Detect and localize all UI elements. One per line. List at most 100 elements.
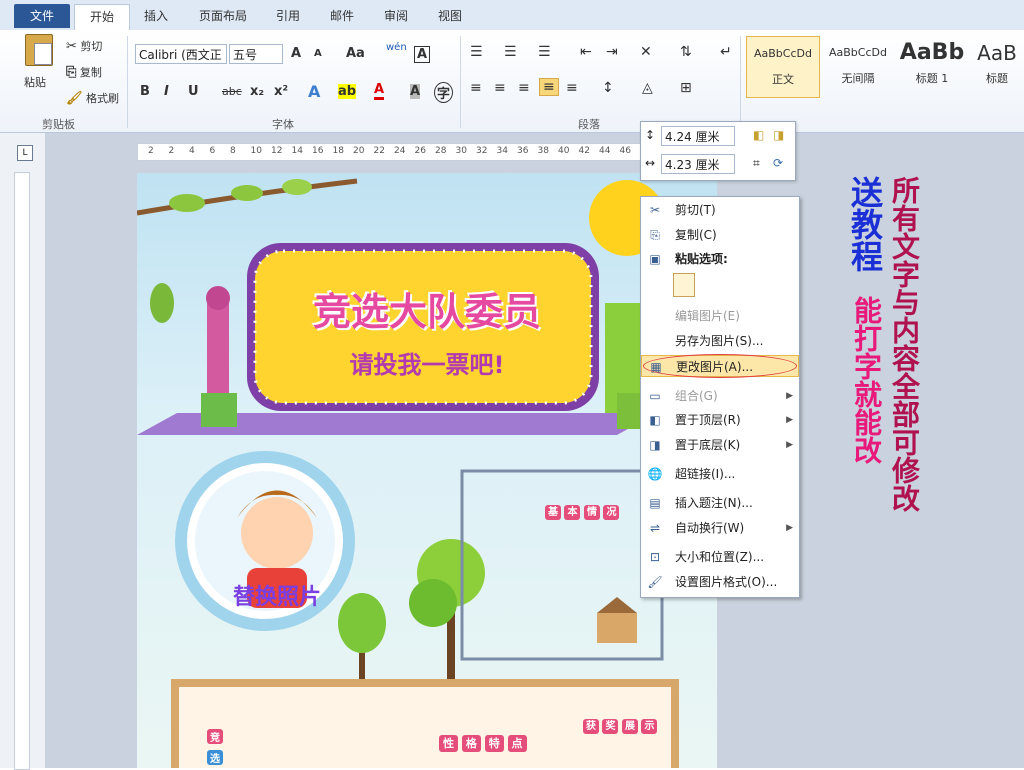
superscript-button[interactable]: x² bbox=[274, 84, 288, 99]
menu-item-change-picture[interactable]: ▦ 更改图片(A)... bbox=[641, 355, 799, 377]
menu-item-insert-caption[interactable]: ▤ 插入题注(N)... bbox=[641, 492, 799, 514]
menu-item-hyperlink[interactable]: 🌐 超链接(I)... bbox=[641, 463, 799, 485]
menu-item-save-as-picture[interactable]: 另存为图片(S)... bbox=[641, 330, 799, 352]
style-normal[interactable]: AaBbCcDd 正文 bbox=[746, 36, 820, 98]
borders-button[interactable]: ⊞ bbox=[680, 80, 692, 96]
menu-item-cut[interactable]: ✂ 剪切(T) bbox=[641, 199, 799, 221]
menu-item-format-picture[interactable]: 🖌 设置图片格式(O)... bbox=[641, 571, 799, 593]
change-picture-icon: ▦ bbox=[650, 360, 662, 374]
tab-review[interactable]: 审阅 bbox=[376, 4, 416, 28]
wrap-icon: ⇌ bbox=[649, 521, 661, 535]
format-painter-button[interactable]: 🖌 格式刷 bbox=[66, 90, 119, 106]
tab-page-layout[interactable]: 页面布局 bbox=[188, 4, 258, 28]
menu-item-bring-to-front[interactable]: ◧ 置于顶层(R) ▶ bbox=[641, 409, 799, 431]
bullets-icon: ☰ bbox=[470, 44, 483, 60]
ruler-toggle-icon[interactable]: L bbox=[17, 145, 33, 161]
strikethrough-button[interactable]: abc bbox=[222, 85, 242, 98]
bold-button[interactable]: B bbox=[140, 84, 150, 99]
tab-file[interactable]: 文件 bbox=[14, 4, 70, 28]
copy-icon: ⎘ bbox=[650, 228, 660, 242]
crop-icon[interactable]: ⌗ bbox=[753, 156, 760, 171]
ruler-tick-label: 42 bbox=[578, 146, 590, 156]
tab-insert[interactable]: 插入 bbox=[136, 4, 176, 28]
send-backward-icon[interactable]: ◨ bbox=[773, 128, 784, 142]
style-label: 标题 bbox=[986, 72, 1008, 85]
format-painter-label: 格式刷 bbox=[86, 92, 120, 105]
align-center-icon: ≡ bbox=[494, 80, 506, 96]
char-shading-button[interactable]: A bbox=[410, 84, 421, 99]
copy-button[interactable]: ⎘ 复制 bbox=[66, 64, 102, 80]
ribbon-tab-bar: 文件 开始 插入 页面布局 引用 邮件 审阅 视图 bbox=[0, 0, 1024, 31]
tag-awards: 获 奖 展 示 bbox=[583, 717, 658, 734]
ruler-tick-label: 18 bbox=[332, 146, 344, 156]
ribbon: 粘贴 ✂ 剪切 ⎘ 复制 🖌 格式刷 剪贴板 Calibri (西文正 五号 A… bbox=[0, 30, 1024, 133]
promo-editable: 所有文字与内容全部可修改 bbox=[888, 176, 921, 512]
align-center-button[interactable]: ≡ bbox=[494, 80, 506, 96]
paste-keep-icon[interactable] bbox=[673, 273, 695, 297]
style-label: 标题 1 bbox=[915, 72, 949, 85]
menu-item-size-position[interactable]: ⊡ 大小和位置(Z)... bbox=[641, 546, 799, 568]
paragraph-group-label: 段落 bbox=[578, 118, 600, 131]
shrink-font-button[interactable]: A bbox=[314, 48, 322, 59]
subscript-button[interactable]: x₂ bbox=[250, 84, 264, 99]
replace-photo-label[interactable]: 替换照片 bbox=[233, 579, 321, 611]
picture-size-toolbar: 4.24 厘米 4.23 厘米 ↕ ↔ ◧ ◨ ⌗ ⟳ bbox=[640, 121, 796, 181]
pinyin-button[interactable]: wén bbox=[386, 42, 407, 53]
style-heading-1[interactable]: AaBb 标题 1 bbox=[896, 36, 968, 96]
font-family-select[interactable]: Calibri (西文正 bbox=[135, 44, 227, 64]
italic-button[interactable]: I bbox=[164, 84, 169, 99]
ruler-tick-label: 28 bbox=[435, 146, 447, 156]
menu-item-group: ▭ 组合(G) ▶ bbox=[641, 385, 799, 407]
multilevel-list-button[interactable]: ☰ bbox=[538, 44, 551, 60]
style-no-spacing[interactable]: AaBbCcDd 无间隔 bbox=[822, 36, 894, 96]
align-right-button[interactable]: ≡ bbox=[518, 80, 530, 96]
underline-button[interactable]: U bbox=[188, 84, 199, 99]
copy-label: 复制 bbox=[79, 66, 102, 79]
justify-icon: ≡ bbox=[543, 79, 555, 95]
decrease-indent-button[interactable]: ⇤ bbox=[580, 44, 592, 60]
align-left-button[interactable]: ≡ bbox=[470, 80, 482, 96]
font-color-button[interactable]: A bbox=[374, 82, 385, 100]
shading-button[interactable]: ◬ bbox=[642, 80, 653, 96]
hyperlink-icon: 🌐 bbox=[647, 467, 663, 481]
style-sample: AaBbCcDd bbox=[829, 46, 887, 59]
distribute-button[interactable]: ≡ bbox=[566, 80, 578, 96]
menu-item-send-to-back[interactable]: ◨ 置于底层(K) ▶ bbox=[641, 434, 799, 456]
tab-home[interactable]: 开始 bbox=[74, 4, 130, 31]
line-spacing-icon: ↕ bbox=[602, 80, 614, 96]
bring-forward-icon[interactable]: ◧ bbox=[753, 128, 764, 142]
paste-icon: ▣ bbox=[649, 252, 661, 266]
ruler-tick-label: 40 bbox=[558, 146, 570, 156]
char-border-button[interactable]: A bbox=[414, 46, 431, 63]
line-spacing-button[interactable]: ↕ bbox=[602, 80, 614, 96]
chinese-layout-button[interactable]: ✕ bbox=[640, 44, 652, 60]
tab-view[interactable]: 视图 bbox=[430, 4, 470, 28]
justify-button[interactable]: ≡ bbox=[539, 78, 559, 96]
paste-button[interactable] bbox=[22, 34, 56, 76]
text-effects-button[interactable]: A bbox=[308, 82, 320, 101]
cut-button[interactable]: ✂ 剪切 bbox=[66, 38, 102, 54]
highlight-button[interactable]: ab bbox=[338, 84, 357, 99]
ruler-tick-label: 2 bbox=[168, 146, 175, 156]
bullets-button[interactable]: ☰ bbox=[470, 44, 483, 60]
tag-basic-info: 基 本 情 况 bbox=[545, 503, 620, 520]
rotate-icon[interactable]: ⟳ bbox=[773, 156, 783, 170]
tab-mailings[interactable]: 邮件 bbox=[322, 4, 362, 28]
menu-item-wrap-text[interactable]: ⇌ 自动换行(W) ▶ bbox=[641, 517, 799, 539]
paste-label[interactable]: 粘贴 bbox=[24, 74, 46, 90]
height-input[interactable]: 4.24 厘米 bbox=[661, 126, 735, 146]
ruler-tick-label: 26 bbox=[414, 146, 426, 156]
increase-indent-button[interactable]: ⇥ bbox=[606, 44, 618, 60]
grow-font-button[interactable]: A bbox=[291, 46, 301, 61]
style-title[interactable]: AaB 标题 bbox=[970, 36, 1024, 96]
bring-front-icon: ◧ bbox=[649, 413, 661, 427]
width-input[interactable]: 4.23 厘米 bbox=[661, 154, 735, 174]
sort-button[interactable]: ⇅ bbox=[680, 44, 692, 60]
change-case-button[interactable]: Aa bbox=[346, 46, 365, 61]
numbering-button[interactable]: ☰ bbox=[504, 44, 517, 60]
menu-item-copy[interactable]: ⎘ 复制(C) bbox=[641, 224, 799, 246]
show-marks-button[interactable]: ↵ bbox=[720, 44, 732, 60]
font-size-select[interactable]: 五号 bbox=[229, 44, 283, 64]
enclose-char-button[interactable]: 字 bbox=[434, 82, 454, 103]
tab-references[interactable]: 引用 bbox=[268, 4, 308, 28]
